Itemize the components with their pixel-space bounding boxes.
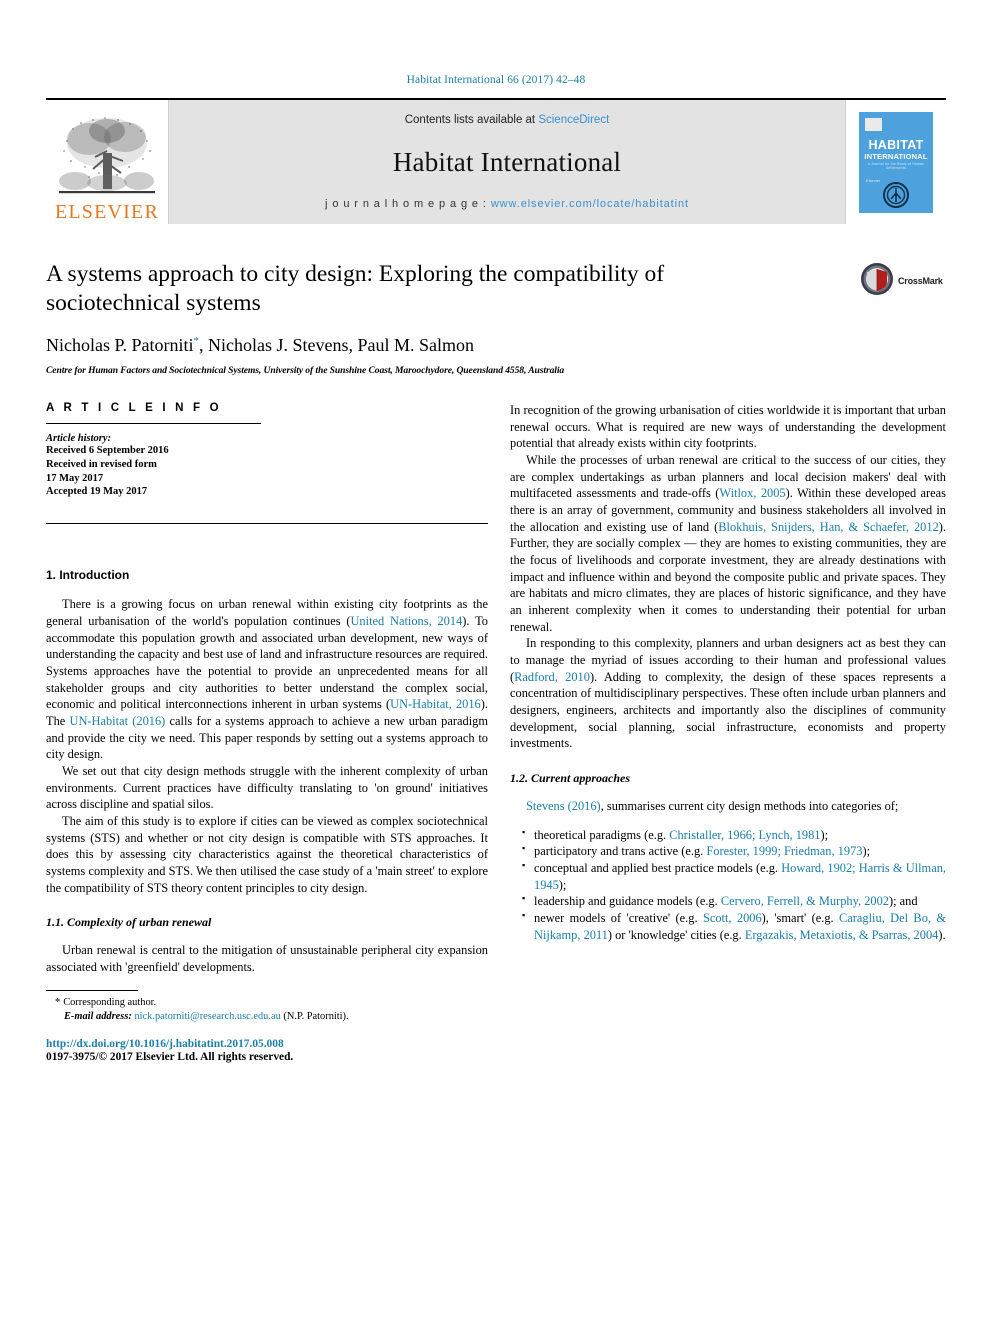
journal-title: Habitat International (392, 146, 622, 177)
journal-homepage-link[interactable]: www.elsevier.com/locate/habitatint (491, 198, 689, 210)
footnote-zone: * Corresponding author. E-mail address: n… (46, 989, 488, 1063)
article-page: Habitat International 66 (2017) 42–48 EL… (0, 0, 992, 1323)
article-info-heading: A R T I C L E I N F O (46, 401, 222, 414)
article-info-rule (46, 422, 261, 424)
article-history-label: Article history: (46, 432, 112, 444)
text-run: leadership and guidance models (e.g. (534, 894, 721, 909)
citation-link[interactable]: Blokhuis, Snijders, Han, & Schaefer, 201… (718, 520, 939, 534)
text-run: ); and (888, 894, 918, 909)
homepage-prefix: j o u r n a l h o m e p a g e : (325, 198, 491, 210)
text-run: newer models of 'creative' (e.g. (534, 910, 703, 925)
page-title: A systems approach to city design: Explo… (46, 261, 665, 317)
paragraph: There is a growing focus on urban renewa… (46, 596, 488, 763)
text-run: ). (938, 927, 946, 942)
section-heading-introduction: 1. Introduction (46, 568, 130, 583)
affiliation: Centre for Human Factors and Sociotechni… (46, 364, 565, 376)
doi-link[interactable]: http://dx.doi.org/10.1016/j.habitatint.2… (46, 1038, 488, 1050)
paragraph: In recognition of the growing urbanisati… (510, 402, 946, 451)
text-run: ), 'smart' (e.g. (761, 910, 840, 925)
text-run: participatory and trans active (e.g. (534, 844, 707, 859)
article-history-line: Received in revised form (46, 458, 157, 470)
email-note: E-mail address: nick.patorniti@research.… (46, 1010, 488, 1024)
text-run: ) or 'knowledge' cities (e.g. (607, 927, 745, 942)
citation-link[interactable]: Radford, 2010 (514, 670, 590, 684)
author-list: Nicholas P. Patorniti*, Nicholas J. Stev… (46, 335, 946, 357)
paragraph: In responding to this complexity, planne… (510, 635, 946, 752)
journal-cover-thumbnail[interactable]: HABITAT INTERNATIONAL A Journal for the … (846, 100, 946, 224)
article-history-line: Accepted 19 May 2017 (46, 486, 148, 498)
corresponding-author-note: * Corresponding author. (46, 996, 488, 1010)
email-link[interactable]: nick.patorniti@research.usc.edu.au (134, 1011, 280, 1022)
title-block: A systems approach to city design: Explo… (46, 260, 946, 376)
citation-link[interactable]: Scott, 2006 (703, 911, 762, 925)
paragraph: Stevens (2016), summarises current city … (510, 798, 946, 815)
list-item: conceptual and applied best practice mod… (522, 859, 946, 893)
article-history-line: Received 6 September 2016 (46, 444, 169, 456)
elsevier-wordmark: ELSEVIER (54, 201, 160, 223)
citation-link[interactable]: Christaller, 1966; Lynch, 1981 (669, 828, 820, 842)
sciencedirect-link[interactable]: ScienceDirect (538, 114, 609, 126)
current-approaches-list: theoretical paradigms (e.g. Christaller,… (510, 826, 946, 944)
paragraph: We set out that city design methods stru… (46, 764, 488, 812)
running-head: Habitat International 66 (2017) 42–48 (406, 74, 586, 86)
cover-image: HABITAT INTERNATIONAL A Journal for the … (859, 111, 933, 213)
two-column-body: A R T I C L E I N F O Article history: R… (46, 402, 946, 1063)
article-history-line: 17 May 2017 (46, 472, 104, 484)
citation-link[interactable]: Ergazakis, Metaxiotis, & Psarras, 2004 (745, 928, 939, 942)
text-run: ). Further, they are socially complex — … (510, 519, 946, 634)
text-run: ); (862, 844, 871, 859)
crossmark-badge[interactable]: CrossMark (860, 260, 946, 302)
citation-link[interactable]: Cervero, Ferrell, & Murphy, 2002 (721, 894, 889, 908)
list-item: participatory and trans active (e.g. For… (522, 842, 946, 860)
paragraph: While the processes of urban renewal are… (510, 452, 946, 635)
right-column: In recognition of the growing urbanisati… (510, 402, 946, 1063)
text-run: ); (558, 877, 567, 892)
journal-homepage-line: j o u r n a l h o m e p a g e : www.else… (325, 198, 689, 210)
author-names-pre: Nicholas P. Patorniti (46, 335, 194, 356)
list-item: theoretical paradigms (e.g. Christaller,… (522, 826, 946, 844)
contents-available-line: Contents lists available at ScienceDirec… (405, 114, 610, 126)
footnote-star: * (55, 996, 61, 1008)
footnote-text: Corresponding author. (63, 996, 157, 1008)
contents-prefix: Contents lists available at (404, 114, 539, 126)
crossmark-label: CrossMark (898, 276, 943, 286)
cover-title-line1: HABITAT (868, 137, 924, 152)
text-run: conceptual and applied best practice mod… (534, 860, 782, 875)
citation-link[interactable]: United Nations, 2014 (350, 614, 462, 628)
banner-center: Contents lists available at ScienceDirec… (168, 100, 846, 224)
email-suffix: (N.P. Patorniti). (280, 1010, 349, 1022)
citation-link[interactable]: Forester, 1999; Friedman, 1973 (706, 844, 862, 858)
elsevier-tree-logo (55, 113, 159, 201)
subsection-heading-complexity: 1.1. Complexity of urban renewal (46, 915, 212, 930)
subsection-heading-current-approaches: 1.2. Current approaches (510, 770, 631, 785)
email-label: E-mail address: (64, 1010, 132, 1022)
author-names-post: , Nicholas J. Stevens, Paul M. Salmon (199, 335, 474, 356)
journal-banner: ELSEVIER Contents lists available at Sci… (46, 98, 946, 224)
citation-link[interactable]: Witlox, 2005 (719, 486, 785, 500)
barcode-icon (865, 117, 882, 131)
cover-title-line2: INTERNATIONAL (864, 151, 928, 161)
footnote-rule (46, 989, 138, 991)
list-item: leadership and guidance models (e.g. Cer… (522, 892, 946, 910)
citation-link[interactable]: UN-Habitat (2016) (70, 714, 166, 728)
un-habitat-emblem (883, 181, 909, 213)
paragraph: Urban renewal is central to the mitigati… (46, 943, 488, 975)
copyright-line: 0197-3975/© 2017 Elsevier Ltd. All right… (46, 1050, 294, 1063)
cover-publisher-note: Elsevier (866, 177, 881, 183)
citation-link[interactable]: UN-Habitat, 2016 (390, 697, 481, 711)
cover-subtitle: A Journal for the Study of Human Settlem… (867, 161, 925, 170)
doi-block: http://dx.doi.org/10.1016/j.habitatint.2… (46, 1038, 488, 1063)
list-item: newer models of 'creative' (e.g. Scott, … (522, 909, 946, 943)
left-column: A R T I C L E I N F O Article history: R… (46, 402, 488, 1063)
paragraph: The aim of this study is to explore if c… (46, 814, 488, 895)
crossmark-logo (860, 262, 894, 301)
text-run: , summarises current city design methods… (600, 798, 899, 813)
text-run: ); (820, 827, 829, 842)
text-run: theoretical paradigms (e.g. (534, 827, 670, 842)
elsevier-logo: ELSEVIER (46, 100, 168, 224)
citation-link[interactable]: Stevens (2016) (526, 799, 601, 813)
